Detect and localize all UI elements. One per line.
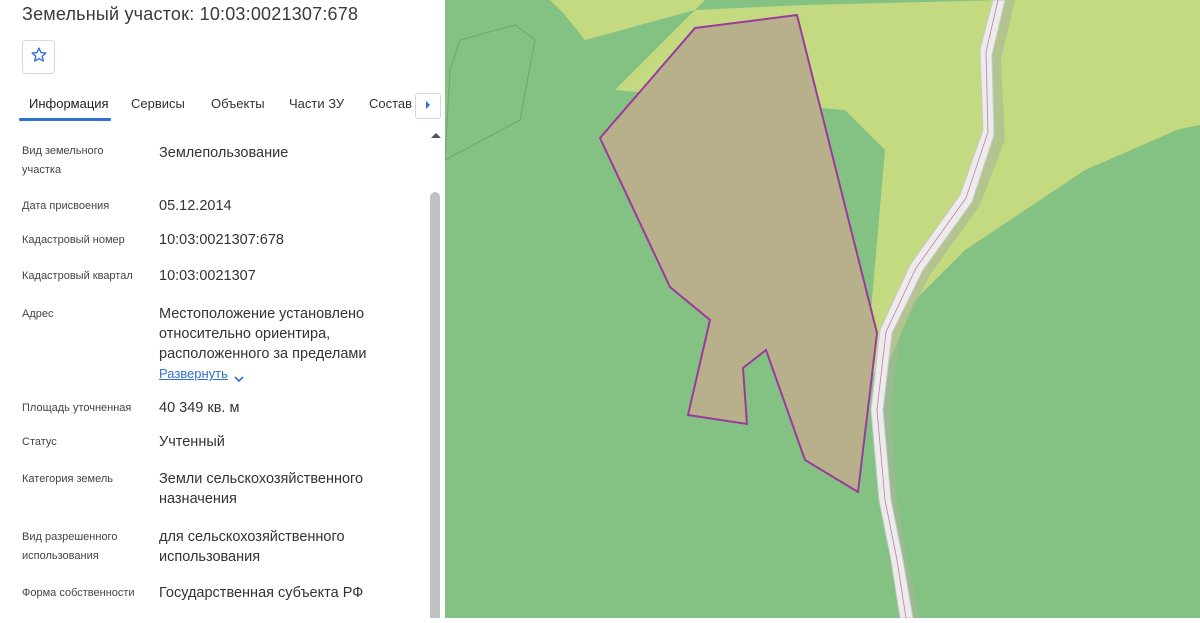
favorite-button[interactable] <box>22 40 55 74</box>
row-label-address: Адрес <box>22 308 54 320</box>
row-label-ownership: Форма собственности <box>22 587 135 599</box>
chevron-down-icon[interactable] <box>233 370 245 388</box>
active-tab-indicator <box>19 118 111 121</box>
tab-composition[interactable]: Состав <box>369 96 412 111</box>
page-title: Земельный участок: 10:03:0021307:678 <box>22 4 359 24</box>
scroll-thumb[interactable] <box>430 192 440 618</box>
row-label-area: Площадь уточненная <box>22 402 132 414</box>
row-label-land-type: Вид земельного участка <box>22 145 104 176</box>
tabs-scroll-right-button[interactable] <box>415 93 441 119</box>
row-value-area: 40 349 кв. м <box>159 400 240 416</box>
caret-right-icon <box>424 97 432 115</box>
tab-information[interactable]: Информация <box>29 96 109 111</box>
row-value-ownership: Государственная субъекта РФ <box>159 585 364 601</box>
row-label-cadastral-quarter: Кадастровый квартал <box>22 270 133 282</box>
row-value-permitted-use: для сельскохозяйственного использования <box>159 529 345 565</box>
map-canvas[interactable] <box>444 0 1200 619</box>
row-label-land-category: Категория земель <box>22 473 113 485</box>
tab-bar: Информация Сервисы Объекты Части ЗУ Сост… <box>0 88 445 122</box>
row-value-land-category: Земли сельскохозяйственного назначения <box>159 471 364 507</box>
tab-services[interactable]: Сервисы <box>131 96 185 111</box>
scrollbar[interactable] <box>428 122 445 618</box>
row-label-cadastral-number: Кадастровый номер <box>22 234 125 246</box>
info-panel: Земельный участок: 10:03:0021307:678 Инф… <box>0 0 445 618</box>
star-outline-icon <box>30 46 48 69</box>
row-value-cadastral-quarter: 10:03:0021307 <box>159 268 256 284</box>
row-value-assign-date: 05.12.2014 <box>159 198 232 214</box>
scroll-up-arrow-icon[interactable] <box>430 127 442 145</box>
row-label-assign-date: Дата присвоения <box>22 200 110 212</box>
row-value-address: Местоположение установлено относительно … <box>159 306 367 362</box>
info-list: Вид земельного участка Землепользование … <box>0 122 428 618</box>
tab-objects[interactable]: Объекты <box>211 96 265 111</box>
row-label-permitted-use: Вид разрешенного использования <box>22 531 118 562</box>
row-value-land-type: Землепользование <box>159 145 289 161</box>
tab-parts[interactable]: Части ЗУ <box>289 96 344 111</box>
expand-link[interactable]: Развернуть <box>159 366 228 381</box>
row-label-status: Статус <box>22 436 57 448</box>
row-value-cadastral-number: 10:03:0021307:678 <box>159 232 284 248</box>
row-value-status: Учтенный <box>159 434 225 450</box>
